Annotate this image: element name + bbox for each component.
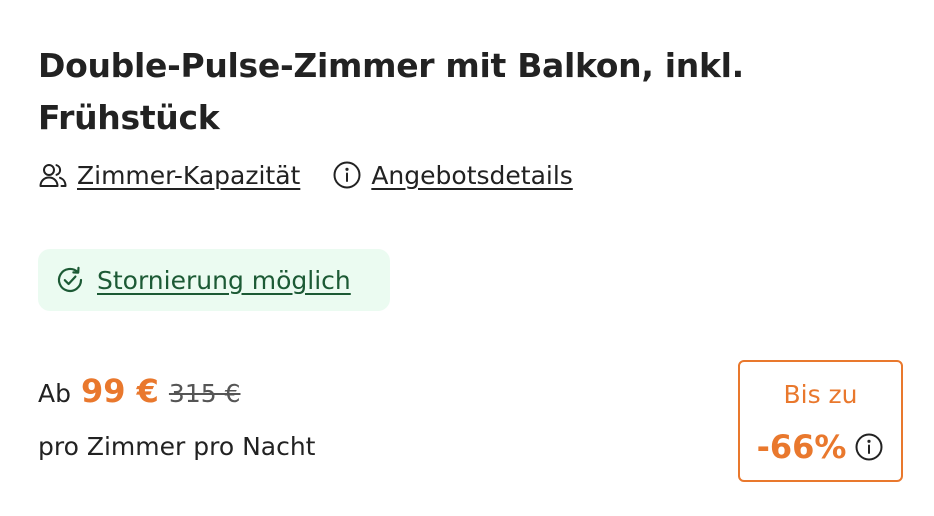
discount-label: Bis zu (783, 380, 858, 409)
users-icon (38, 160, 68, 190)
discount-value-row: -66% (740, 428, 901, 466)
price-unit: pro Zimmer pro Nacht (38, 432, 316, 461)
offer-details-label: Angebotsdetails (371, 160, 573, 190)
room-capacity-label: Zimmer-Kapazität (77, 160, 301, 190)
room-capacity-link[interactable]: Zimmer-Kapazität (38, 160, 300, 190)
offer-title: Double-Pulse-Zimmer mit Balkon, inkl. Fr… (38, 46, 744, 137)
info-icon (332, 160, 362, 190)
cancellation-badge[interactable]: Stornierung möglich (38, 249, 390, 311)
offer-details-link[interactable]: Angebotsdetails (332, 160, 573, 190)
original-price: 315 € (168, 379, 241, 408)
info-icon[interactable] (854, 432, 884, 462)
cancellation-label: Stornierung möglich (97, 265, 351, 295)
offer-links: Zimmer-Kapazität Angebotsdetails (38, 160, 573, 190)
discount-value: -66% (756, 428, 847, 466)
price-prefix: Ab (38, 379, 71, 408)
check-circle-icon (54, 264, 86, 296)
discount-box: Bis zu -66% (738, 360, 903, 482)
current-price: 99 € (80, 372, 159, 410)
price-row: Ab 99 € 315 € (38, 372, 241, 410)
